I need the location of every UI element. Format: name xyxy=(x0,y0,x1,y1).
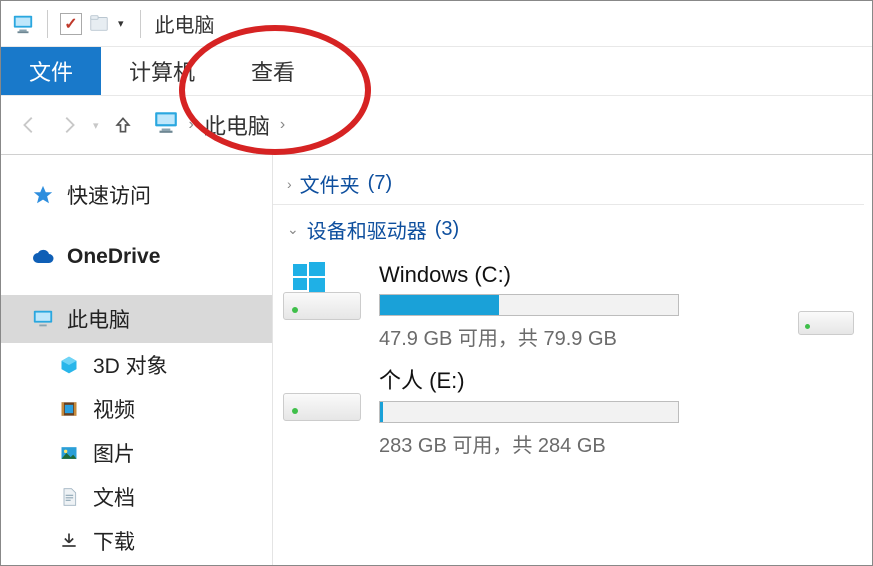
sidebar-item-label: 下载 xyxy=(93,526,135,556)
drive-capacity-bar xyxy=(379,294,679,316)
group-count: (3) xyxy=(435,218,459,241)
sidebar-item-label: 视频 xyxy=(93,394,135,424)
sidebar-item-label: 此电脑 xyxy=(67,304,130,334)
sidebar-item-label: OneDrive xyxy=(67,245,160,269)
sidebar-item-label: 文档 xyxy=(93,482,135,512)
tab-view[interactable]: 查看 xyxy=(223,47,323,95)
sidebar-item-label: 快速访问 xyxy=(67,180,151,210)
windows-logo-icon xyxy=(293,262,325,294)
drive-icon[interactable] xyxy=(798,291,854,335)
group-header-drives[interactable]: ⌄ 设备和驱动器 (3) xyxy=(273,209,864,250)
recent-locations-dropdown-icon[interactable]: ▾ xyxy=(91,119,101,132)
chevron-down-icon: ⌄ xyxy=(287,221,299,238)
group-header-folders[interactable]: › 文件夹 (7) xyxy=(273,163,864,205)
document-icon xyxy=(57,485,81,509)
window-title: 此电脑 xyxy=(155,9,215,38)
tab-computer[interactable]: 计算机 xyxy=(101,47,223,95)
chevron-right-icon: › xyxy=(287,176,292,192)
download-icon xyxy=(57,529,81,553)
separator xyxy=(140,10,141,38)
this-pc-icon xyxy=(31,307,55,331)
drive-stat: 47.9 GB 可用，共 79.9 GB xyxy=(379,322,679,351)
drive-icon xyxy=(283,262,361,320)
folder-icon[interactable] xyxy=(88,12,110,36)
cloud-icon xyxy=(31,245,55,269)
sidebar: 快速访问 OneDrive 此电脑 3D 对象 视频 xyxy=(1,155,273,565)
chevron-right-icon[interactable]: › xyxy=(280,116,285,134)
cube-icon xyxy=(57,353,81,377)
main-content: › 文件夹 (7) ⌄ 设备和驱动器 (3) xyxy=(273,155,872,565)
star-icon xyxy=(31,183,55,207)
drive-name: 个人 (E:) xyxy=(379,363,679,395)
sidebar-item-downloads[interactable]: 下载 xyxy=(1,519,272,563)
this-pc-icon xyxy=(11,12,35,36)
sidebar-item-this-pc[interactable]: 此电脑 xyxy=(1,295,272,343)
drive-icon xyxy=(283,363,361,421)
group-count: (7) xyxy=(368,172,392,195)
up-button[interactable] xyxy=(105,107,141,143)
title-bar: ✓ ▾ 此电脑 xyxy=(1,1,872,47)
properties-icon[interactable]: ✓ xyxy=(60,13,82,35)
film-icon xyxy=(57,397,81,421)
quick-access-dropdown-icon[interactable]: ▾ xyxy=(116,17,126,30)
sidebar-item-3d-objects[interactable]: 3D 对象 xyxy=(1,343,272,387)
navigation-bar: ▾ › 此电脑 › xyxy=(1,95,872,155)
separator xyxy=(47,10,48,38)
drive-capacity-bar xyxy=(379,401,679,423)
sidebar-item-label: 3D 对象 xyxy=(93,350,168,380)
breadcrumb[interactable]: › 此电脑 › xyxy=(153,109,286,141)
sidebar-item-pictures[interactable]: 图片 xyxy=(1,431,272,475)
back-button[interactable] xyxy=(11,107,47,143)
group-label: 文件夹 xyxy=(300,169,360,198)
chevron-right-icon[interactable]: › xyxy=(189,116,194,134)
drive-name: Windows (C:) xyxy=(379,262,679,288)
picture-icon xyxy=(57,441,81,465)
tab-file[interactable]: 文件 xyxy=(1,47,101,95)
sidebar-item-videos[interactable]: 视频 xyxy=(1,387,272,431)
this-pc-icon xyxy=(153,109,179,141)
menu-bar: 文件 计算机 查看 xyxy=(1,47,872,95)
sidebar-item-onedrive[interactable]: OneDrive xyxy=(1,233,272,281)
sidebar-item-quick-access[interactable]: 快速访问 xyxy=(1,171,272,219)
breadcrumb-current[interactable]: 此电脑 xyxy=(204,109,270,141)
sidebar-item-label: 图片 xyxy=(93,438,135,468)
sidebar-item-documents[interactable]: 文档 xyxy=(1,475,272,519)
drive-stat: 283 GB 可用，共 284 GB xyxy=(379,429,679,458)
drive-item[interactable]: Windows (C:) 47.9 GB 可用，共 79.9 GB xyxy=(283,262,862,351)
forward-button[interactable] xyxy=(51,107,87,143)
group-label: 设备和驱动器 xyxy=(307,215,427,244)
drive-item[interactable]: 个人 (E:) 283 GB 可用，共 284 GB xyxy=(283,363,862,458)
